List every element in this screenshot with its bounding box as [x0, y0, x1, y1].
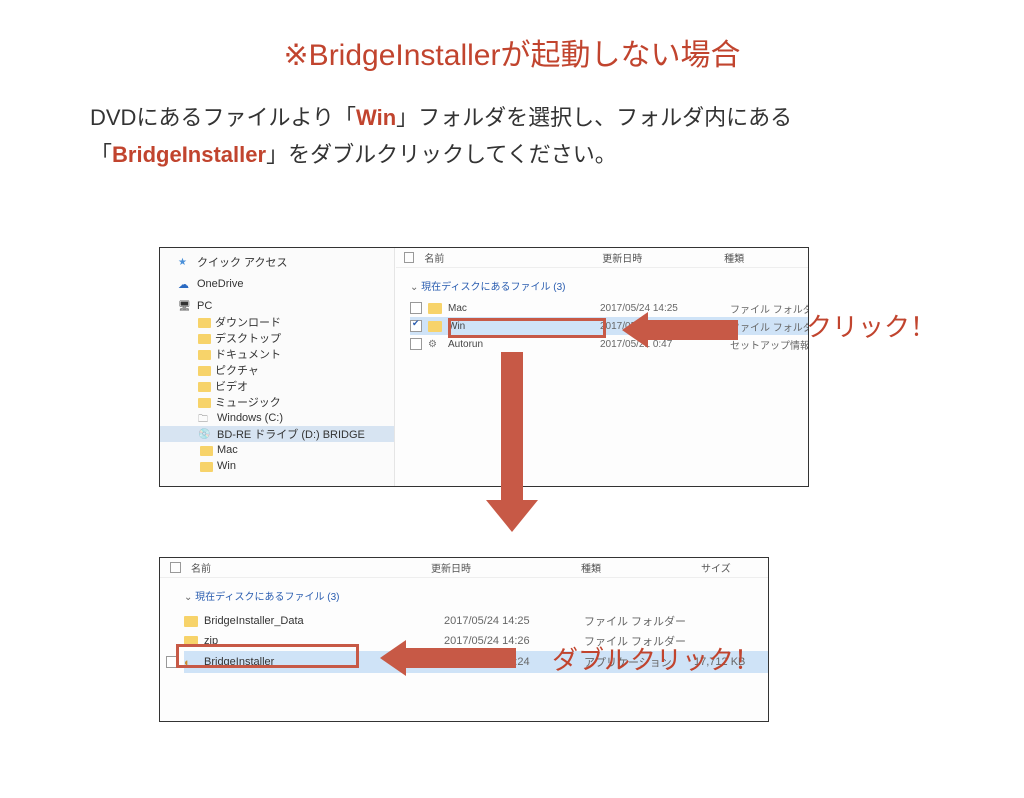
sidebar-item-label: ダウンロード — [215, 314, 281, 330]
callout-click: クリック！ — [806, 307, 936, 344]
sidebar-item-label: Mac — [217, 444, 238, 456]
sidebar-item-desktop[interactable]: デスクトップ — [160, 330, 394, 346]
cloud-icon — [178, 278, 193, 290]
star-icon — [178, 256, 193, 268]
file-name: Win — [448, 321, 598, 332]
sidebar-item-music[interactable]: ミュージック — [160, 394, 394, 410]
desc-em-win: Win — [356, 105, 396, 130]
file-date: 2017/05/24 14:25 — [444, 615, 564, 627]
sidebar-item-downloads[interactable]: ダウンロード — [160, 314, 394, 330]
select-all-checkbox[interactable] — [404, 252, 414, 263]
folder-icon — [198, 318, 211, 328]
folder-icon — [200, 462, 213, 472]
column-size[interactable]: サイズ — [701, 560, 731, 575]
desc-em-bridge: BridgeInstaller — [112, 142, 266, 167]
explorer-window-1: クイック アクセス OneDrive PC ダウンロード デスクトップ ドキュメ… — [159, 247, 809, 487]
file-row-win[interactable]: Win 2017/05/24 14:26 ファイル フォルダー — [410, 317, 808, 335]
explorer-sidebar: クイック アクセス OneDrive PC ダウンロード デスクトップ ドキュメ… — [160, 248, 395, 486]
column-type[interactable]: 種類 — [724, 250, 808, 265]
folder-icon — [198, 366, 211, 376]
sidebar-item-label: クイック アクセス — [197, 254, 288, 270]
sidebar-item-label: Win — [217, 460, 236, 472]
file-type: ファイル フォルダー — [730, 301, 809, 316]
group-header[interactable]: 現在ディスクにあるファイル (3) — [184, 588, 768, 603]
column-date[interactable]: 更新日時 — [602, 250, 714, 265]
sidebar-item-label: BD-RE ドライブ (D:) BRIDGE — [217, 426, 365, 442]
sidebar-item-videos[interactable]: ビデオ — [160, 378, 394, 394]
folder-icon — [198, 398, 211, 408]
row-checkbox[interactable] — [410, 302, 422, 314]
folder-icon — [198, 382, 211, 392]
folder-icon — [184, 616, 198, 627]
callout-doubleclick: ダブルクリック！ — [552, 640, 760, 677]
file-type: ファイル フォルダー — [730, 319, 809, 334]
sidebar-item-label: PC — [197, 300, 212, 312]
row-checkbox[interactable] — [410, 338, 422, 350]
group-header[interactable]: 現在ディスクにあるファイル (3) — [410, 278, 808, 293]
sidebar-item-label: ミュージック — [215, 394, 281, 410]
file-name: BridgeInstaller_Data — [204, 615, 434, 627]
file-row-mac[interactable]: Mac 2017/05/24 14:25 ファイル フォルダー — [410, 299, 808, 317]
sidebar-item-pictures[interactable]: ピクチャ — [160, 362, 394, 378]
file-row-autorun[interactable]: Autorun 2017/05/21 0:47 セットアップ情報 — [410, 335, 808, 353]
app-icon — [184, 657, 198, 668]
sidebar-item-label: Windows (C:) — [217, 412, 283, 424]
sidebar-item-win[interactable]: Win — [160, 458, 394, 474]
desc-part: DVDにあるファイルより「 — [90, 105, 356, 130]
file-type: ファイル フォルダー — [584, 613, 694, 629]
sidebar-item-label: ビデオ — [215, 378, 248, 394]
file-list: 現在ディスクにあるファイル (3) Mac 2017/05/24 14:25 フ… — [410, 274, 808, 353]
sidebar-item-documents[interactable]: ドキュメント — [160, 346, 394, 362]
file-name: Mac — [448, 303, 598, 314]
sidebar-item-pc[interactable]: PC — [160, 298, 394, 314]
file-type: セットアップ情報 — [730, 337, 809, 352]
desc-part: 」をダブルクリックしてください。 — [266, 142, 617, 167]
sidebar-item-onedrive[interactable]: OneDrive — [160, 276, 394, 292]
arrow-down — [486, 352, 538, 532]
sidebar-item-label: ピクチャ — [215, 362, 259, 378]
column-name[interactable]: 名前 — [424, 250, 592, 265]
page-title: ※BridgeInstallerが起動しない場合 — [0, 30, 1024, 74]
folder-icon — [200, 446, 213, 456]
column-name[interactable]: 名前 — [191, 560, 421, 575]
sidebar-item-mac[interactable]: Mac — [160, 442, 394, 458]
sidebar-item-label: ドキュメント — [215, 346, 281, 362]
folder-icon — [428, 303, 442, 314]
sidebar-item-label: デスクトップ — [215, 330, 281, 346]
pc-icon — [178, 300, 193, 312]
file-name: Autorun — [448, 339, 598, 350]
arrow-click — [622, 312, 738, 348]
sidebar-item-quick-access[interactable]: クイック アクセス — [160, 254, 394, 270]
folder-icon — [184, 636, 198, 647]
select-all-checkbox[interactable] — [170, 562, 181, 573]
arrow-doubleclick — [380, 640, 516, 676]
sidebar-item-bdre-drive[interactable]: BD-RE ドライブ (D:) BRIDGE — [160, 426, 394, 442]
file-row-installer-data[interactable]: BridgeInstaller_Data 2017/05/24 14:25 ファ… — [184, 611, 768, 631]
column-date[interactable]: 更新日時 — [431, 560, 571, 575]
folder-icon — [198, 334, 211, 344]
sidebar-item-label: OneDrive — [197, 278, 243, 290]
explorer-column-header: 名前 更新日時 種類 — [396, 248, 808, 268]
sidebar-item-c-drive[interactable]: Windows (C:) — [160, 410, 394, 426]
instruction-text: DVDにあるファイルより「Win」フォルダを選択し、フォルダ内にある「Bridg… — [90, 99, 934, 174]
row-checkbox[interactable] — [166, 656, 178, 668]
column-type[interactable]: 種類 — [581, 560, 691, 575]
disc-icon — [198, 428, 213, 440]
setup-icon — [428, 339, 442, 350]
row-checkbox[interactable] — [410, 320, 422, 332]
drive-icon — [198, 412, 213, 424]
folder-icon — [198, 350, 211, 360]
folder-icon — [428, 321, 442, 332]
explorer-column-header: 名前 更新日時 種類 サイズ — [160, 558, 768, 578]
